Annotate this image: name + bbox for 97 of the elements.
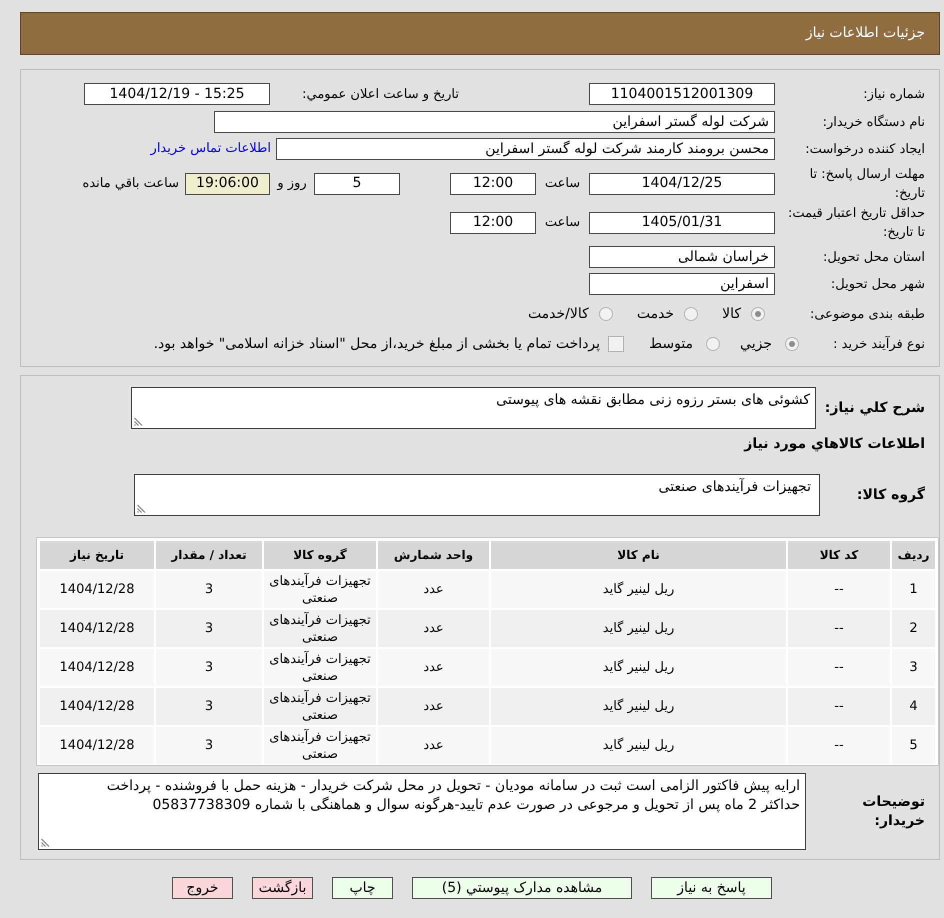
column-header: کد کالا [788, 541, 890, 569]
requester-field: محسن برومند کارمند شرکت لوله گستر اسفراین [276, 138, 775, 160]
option-label: جزيي [740, 334, 772, 354]
time-field: 12:00 [450, 172, 536, 194]
table-cell: تجهیزات فرآیندهای صنعتی [264, 610, 376, 647]
header-title: جزئیات اطلاعات نیاز [806, 24, 925, 43]
table-cell: تجهیزات فرآیندهای صنعتی [264, 649, 376, 686]
option-label: کالا [722, 304, 741, 324]
date-field: 1404/12/25 [589, 172, 775, 194]
province-field: خراسان شمالی [589, 246, 775, 268]
field-label: توضیحات خریدار: [861, 792, 925, 830]
table-cell: 1 [892, 571, 935, 608]
field-label: ساعت [544, 214, 580, 232]
table-cell: ریل لینیر گاید [491, 571, 786, 608]
days-field: 5 [314, 172, 400, 194]
field-label: گروه کالا: [856, 486, 925, 504]
table-cell: 3 [156, 688, 262, 725]
radio-button[interactable] [785, 337, 799, 351]
need-number-field: 1104001512001309 [589, 83, 775, 105]
table-cell: 5 [892, 727, 935, 764]
table-cell: عدد [378, 727, 489, 764]
action-button[interactable]: بازگشت [252, 877, 313, 899]
table-cell: 3 [156, 727, 262, 764]
table-cell: ریل لینیر گاید [491, 610, 786, 647]
field-label: نام دستگاه خریدار: [822, 114, 925, 132]
announce-date-field: 1404/12/19 - 15:25 [84, 83, 270, 105]
table-cell: تجهیزات فرآیندهای صنعتی [264, 688, 376, 725]
field-label: شرح کلي نیاز: [824, 398, 925, 418]
radio-button[interactable] [706, 337, 720, 351]
table-cell: -- [788, 571, 890, 608]
table-cell: تجهیزات فرآیندهای صنعتی [264, 571, 376, 608]
resize-grip-icon[interactable] [137, 504, 146, 513]
table-cell: عدد [378, 649, 489, 686]
table-cell: ریل لینیر گاید [491, 649, 786, 686]
table-cell: 4 [892, 688, 935, 725]
column-header: گروه کالا [264, 541, 376, 569]
table-cell: 1404/12/28 [40, 727, 154, 764]
column-header: نام کالا [491, 541, 786, 569]
field-label: ساعت [544, 174, 580, 193]
contact-link[interactable]: اطلاعات تماس خریدار [150, 139, 271, 159]
action-button[interactable]: چاپ [332, 877, 393, 899]
table-cell: 3 [156, 571, 262, 608]
action-button[interactable]: مشاهده مدارک پیوستي (5) [412, 877, 632, 899]
table-cell: 3 [156, 610, 262, 647]
column-header: تعداد / مقدار [156, 541, 262, 569]
radio-button[interactable] [598, 307, 613, 321]
table-cell: ریل لینیر گاید [491, 688, 786, 725]
time-field: 12:00 [450, 212, 536, 234]
field-label: استان محل تحویل: [823, 248, 925, 266]
field-label: نوع فرآیند خرید : [833, 334, 925, 354]
table-cell: -- [788, 688, 890, 725]
field-label: حداقل تاریخ اعتبار قیمت: تا تاریخ: [786, 204, 925, 242]
goods-group-textarea[interactable]: تجهیزات فرآیندهای صنعتی [134, 474, 820, 516]
option-label: متوسط [649, 334, 694, 354]
field-label: مهلت ارسال پاسخ: تا تاریخ: [808, 166, 925, 202]
table-cell: 2 [892, 610, 935, 647]
table-cell: تجهیزات فرآیندهای صنعتی [264, 727, 376, 764]
field-label: ایجاد کننده درخواست: [805, 140, 925, 158]
date-field: 1405/01/31 [589, 212, 775, 234]
city-field: اسفراین [589, 273, 775, 295]
table-cell: 1404/12/28 [40, 610, 154, 647]
field-label: شماره نیاز: [863, 86, 925, 104]
table-cell: 1404/12/28 [40, 571, 154, 608]
table-cell: 3 [892, 649, 935, 686]
column-header: تاریخ نیاز [40, 541, 154, 569]
table-cell: -- [788, 610, 890, 647]
radio-button[interactable] [684, 307, 698, 321]
table-cell: 1404/12/28 [40, 688, 154, 725]
table-cell: عدد [378, 688, 489, 725]
table-cell: عدد [378, 610, 489, 647]
buyer-org-field: شرکت لوله گستر اسفراین [214, 111, 775, 133]
resize-grip-icon[interactable] [41, 838, 50, 847]
table-cell: -- [788, 649, 890, 686]
table-cell: 3 [156, 649, 262, 686]
column-header: ردیف [892, 541, 935, 569]
section-heading: اطلاعات کالاهاي مورد نیاز [744, 434, 925, 454]
action-button[interactable]: خروج [172, 877, 233, 899]
checkbox-label: پرداخت تمام یا بخشی از مبلغ خرید،از محل "اسناد خزانه اسلامی" خواهد بود. [154, 334, 600, 354]
field-label: تاریخ و ساعت اعلان عمومي: [302, 86, 459, 104]
radio-button[interactable] [751, 307, 765, 321]
field-label: ساعت باقي مانده [82, 174, 179, 193]
field-label: طبقه بندی موضوعی: [810, 306, 925, 324]
table-cell: -- [788, 727, 890, 764]
option-label: کالا/خدمت [528, 304, 589, 324]
description-textarea[interactable]: کشوئی های بستر رزوه زنی مطابق نقشه های پیوستی [131, 387, 816, 429]
option-label: خدمت [636, 304, 674, 324]
field-label: روز و [277, 174, 307, 193]
checkbox[interactable] [608, 336, 624, 352]
notes-textarea[interactable]: ارایه پیش فاکتور الزامی است ثبت در سامانه مودیان - تحویل در محل شرکت خریدار - هزینه حمل با فروشنده - پرداخت حداکثر 2 ماه پس از تحویل و مرجوعی در صورت عدم تایید-هرگونه سوال و هماهنگی با شماره 05837738309 [38, 773, 806, 850]
table-cell: ریل لینیر گاید [491, 727, 786, 764]
field-label: شهر محل تحویل: [830, 276, 925, 294]
action-button[interactable]: پاسخ به نیاز [651, 877, 772, 899]
table-cell: عدد [378, 571, 489, 608]
resize-grip-icon[interactable] [134, 417, 143, 426]
column-header: واحد شمارش [378, 541, 489, 569]
remaining-time-field: 19:06:00 [185, 172, 270, 194]
table-cell: 1404/12/28 [40, 649, 154, 686]
